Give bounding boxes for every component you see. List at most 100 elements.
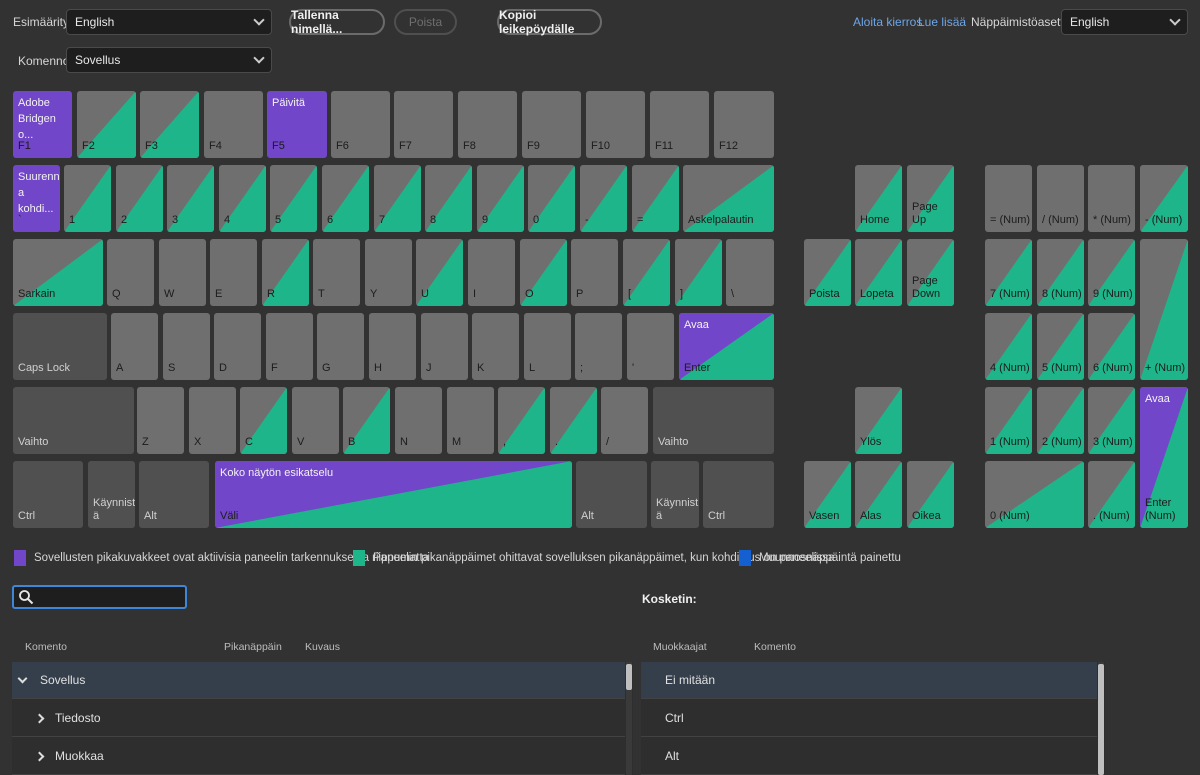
key-lwin[interactable]: Käynnist ä bbox=[88, 461, 135, 528]
key-7[interactable]: 7 bbox=[374, 165, 421, 232]
key-f2[interactable]: F2 bbox=[77, 91, 136, 158]
key-right[interactable]: Oikea bbox=[907, 461, 954, 528]
key-g[interactable]: G bbox=[317, 313, 364, 380]
key-u[interactable]: U bbox=[416, 239, 463, 306]
tree-row-muokkaa[interactable]: Muokkaa bbox=[12, 738, 625, 775]
key-m[interactable]: M bbox=[447, 387, 494, 454]
key-equals[interactable]: = bbox=[632, 165, 679, 232]
key-num2[interactable]: 2 (Num) bbox=[1037, 387, 1084, 454]
key-x[interactable]: X bbox=[189, 387, 236, 454]
key-rwin[interactable]: Käynnist ä bbox=[651, 461, 699, 528]
key-rshift[interactable]: Vaihto bbox=[653, 387, 774, 454]
key-num-mul[interactable]: * (Num) bbox=[1088, 165, 1135, 232]
key-o[interactable]: O bbox=[520, 239, 567, 306]
key-backtick[interactable]: Suurenn a kohdi... ` bbox=[13, 165, 60, 232]
key-n[interactable]: N bbox=[395, 387, 442, 454]
key-f4[interactable]: F4 bbox=[204, 91, 263, 158]
key-r[interactable]: R bbox=[262, 239, 309, 306]
scrollbar-thumb[interactable] bbox=[626, 664, 632, 690]
key-2[interactable]: 2 bbox=[116, 165, 163, 232]
key-lshift[interactable]: Vaihto bbox=[13, 387, 134, 454]
key-num1[interactable]: 1 (Num) bbox=[985, 387, 1032, 454]
key-num-div[interactable]: / (Num) bbox=[1037, 165, 1084, 232]
key-home[interactable]: Home bbox=[855, 165, 902, 232]
commands-scrollbar[interactable] bbox=[626, 662, 632, 775]
key-num-eq[interactable]: = (Num) bbox=[985, 165, 1032, 232]
key-lalt[interactable]: Alt bbox=[139, 461, 209, 528]
key-b[interactable]: B bbox=[343, 387, 390, 454]
chevron-down-icon[interactable] bbox=[17, 673, 28, 683]
column-header-description[interactable]: Kuvaus bbox=[305, 641, 340, 653]
key-lbracket[interactable]: [ bbox=[623, 239, 670, 306]
key-num-sub[interactable]: - (Num) bbox=[1140, 165, 1188, 232]
key-num-add[interactable]: + (Num) bbox=[1140, 239, 1188, 380]
column-header-modifiers[interactable]: Muokkaajat bbox=[653, 641, 707, 653]
key-tab[interactable]: Sarkain bbox=[13, 239, 103, 306]
modifier-row[interactable]: Ctrl bbox=[641, 700, 1097, 737]
key-num9[interactable]: 9 (Num) bbox=[1088, 239, 1135, 306]
key-semicolon[interactable]: ; bbox=[575, 313, 622, 380]
key-rctrl[interactable]: Ctrl bbox=[703, 461, 774, 528]
key-9[interactable]: 9 bbox=[477, 165, 524, 232]
key-h[interactable]: H bbox=[369, 313, 416, 380]
key-num-dec[interactable]: . (Num) bbox=[1088, 461, 1135, 528]
key-down[interactable]: Alas bbox=[855, 461, 902, 528]
key-i[interactable]: I bbox=[468, 239, 515, 306]
key-num3[interactable]: 3 (Num) bbox=[1088, 387, 1135, 454]
key-num-enter[interactable]: Avaa Enter (Num) bbox=[1140, 387, 1188, 528]
key-capslock[interactable]: Caps Lock bbox=[13, 313, 107, 380]
key-up[interactable]: Ylös bbox=[855, 387, 902, 454]
key-f12[interactable]: F12 bbox=[714, 91, 774, 158]
key-num6[interactable]: 6 (Num) bbox=[1088, 313, 1135, 380]
key-f1[interactable]: Adobe Bridgen o... F1 bbox=[13, 91, 72, 158]
key-comma[interactable]: , bbox=[498, 387, 545, 454]
tree-row-sovellus[interactable]: Sovellus bbox=[12, 662, 625, 699]
key-f3[interactable]: F3 bbox=[140, 91, 199, 158]
key-v[interactable]: V bbox=[292, 387, 339, 454]
key-slash[interactable]: / bbox=[601, 387, 648, 454]
key-e[interactable]: E bbox=[210, 239, 257, 306]
key-8[interactable]: 8 bbox=[425, 165, 472, 232]
key-1[interactable]: 1 bbox=[64, 165, 111, 232]
key-pageup[interactable]: Page Up bbox=[907, 165, 954, 232]
key-f7[interactable]: F7 bbox=[394, 91, 453, 158]
key-num0[interactable]: 0 (Num) bbox=[985, 461, 1084, 528]
key-f11[interactable]: F11 bbox=[650, 91, 709, 158]
key-0[interactable]: 0 bbox=[528, 165, 575, 232]
key-l[interactable]: L bbox=[524, 313, 571, 380]
key-lctrl[interactable]: Ctrl bbox=[13, 461, 83, 528]
key-num5[interactable]: 5 (Num) bbox=[1037, 313, 1084, 380]
modifier-scrollbar[interactable] bbox=[1098, 662, 1104, 775]
key-f[interactable]: F bbox=[266, 313, 313, 380]
key-space[interactable]: Koko näytön esikatselu Väli bbox=[215, 461, 572, 528]
key-num4[interactable]: 4 (Num) bbox=[985, 313, 1032, 380]
key-5[interactable]: 5 bbox=[270, 165, 317, 232]
key-j[interactable]: J bbox=[421, 313, 468, 380]
key-z[interactable]: Z bbox=[137, 387, 184, 454]
key-period[interactable]: . bbox=[550, 387, 597, 454]
key-d[interactable]: D bbox=[214, 313, 261, 380]
chevron-right-icon[interactable] bbox=[34, 713, 45, 723]
scrollbar-thumb[interactable] bbox=[1098, 664, 1104, 775]
key-rbracket[interactable]: ] bbox=[675, 239, 722, 306]
modifier-row[interactable]: Alt bbox=[641, 738, 1097, 775]
key-enter[interactable]: Avaa Enter bbox=[679, 313, 774, 380]
key-minus[interactable]: - bbox=[580, 165, 627, 232]
key-k[interactable]: K bbox=[472, 313, 519, 380]
key-left[interactable]: Vasen bbox=[804, 461, 851, 528]
key-f9[interactable]: F9 bbox=[522, 91, 581, 158]
key-ralt[interactable]: Alt bbox=[576, 461, 647, 528]
key-p[interactable]: P bbox=[571, 239, 618, 306]
search-input[interactable] bbox=[12, 585, 187, 609]
key-y[interactable]: Y bbox=[365, 239, 412, 306]
key-4[interactable]: 4 bbox=[219, 165, 266, 232]
column-header-shortcut[interactable]: Pikanäppäin bbox=[224, 641, 282, 653]
key-end[interactable]: Lopeta bbox=[855, 239, 902, 306]
key-3[interactable]: 3 bbox=[167, 165, 214, 232]
key-f8[interactable]: F8 bbox=[458, 91, 517, 158]
column-header-command[interactable]: Komento bbox=[25, 641, 67, 653]
key-w[interactable]: W bbox=[159, 239, 206, 306]
key-f5[interactable]: Päivitä F5 bbox=[267, 91, 327, 158]
key-f10[interactable]: F10 bbox=[586, 91, 645, 158]
tree-row-tiedosto[interactable]: Tiedosto bbox=[12, 700, 625, 737]
